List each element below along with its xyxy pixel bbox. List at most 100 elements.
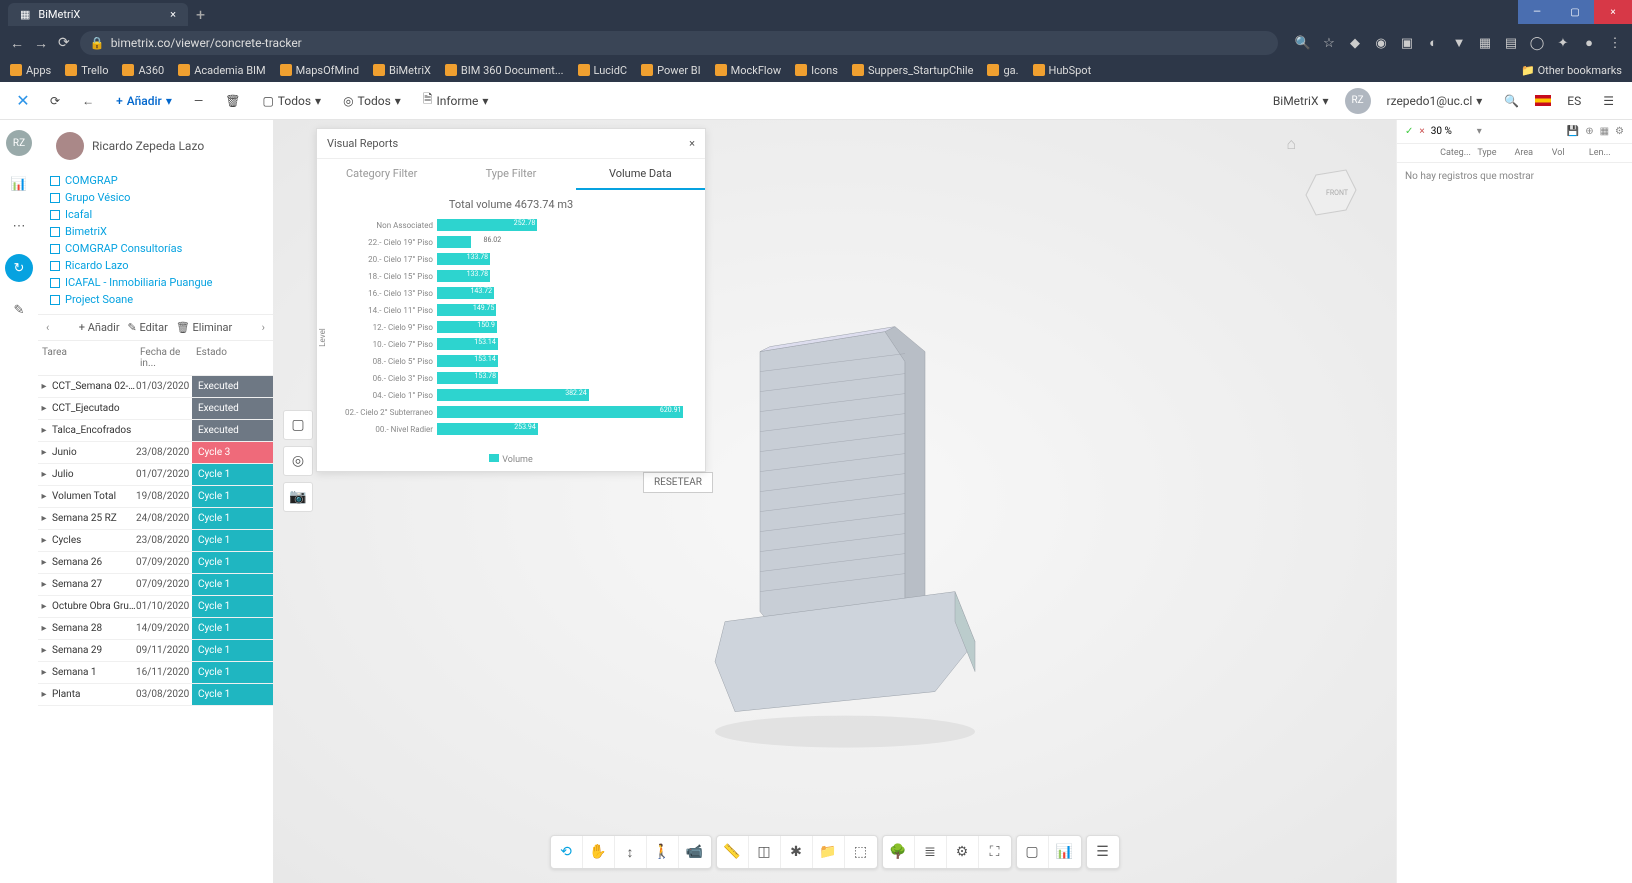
other-bookmarks[interactable]: 📁 Other bookmarks — [1521, 64, 1622, 77]
bookmark-item[interactable]: LucidC — [578, 64, 628, 77]
task-row[interactable]: ▸Semana 2607/09/2020Cycle 1 — [38, 552, 273, 574]
chart-bar-row[interactable]: 18.- Cielo 15° Piso133.78 — [327, 268, 695, 284]
chart-bar-row[interactable]: 00.- Nivel Radier253.94 — [327, 421, 695, 437]
task-nav-prev[interactable]: ‹ — [42, 321, 53, 334]
task-row[interactable]: ▸Octubre Obra Grue...01/10/2020Cycle 1 — [38, 596, 273, 618]
tool-layers[interactable]: ≣ — [915, 836, 947, 868]
star-icon[interactable]: ☆ — [1322, 36, 1336, 50]
task-row[interactable]: ▸Planta03/08/2020Cycle 1 — [38, 684, 273, 706]
tool-pan[interactable]: ✋ — [583, 836, 615, 868]
rp-percent-input[interactable] — [1431, 126, 1471, 137]
window-maximize-button[interactable]: ▢ — [1556, 0, 1594, 24]
task-row[interactable]: ▸CCT_EjecutadoExecuted — [38, 398, 273, 420]
building-model[interactable] — [675, 271, 995, 751]
user-email-dropdown[interactable]: rzepedo1@uc.cl ▾ — [1381, 90, 1489, 112]
lang-label[interactable]: ES — [1561, 90, 1587, 112]
task-row[interactable]: ▸Junio23/08/2020Cycle 3 — [38, 442, 273, 464]
bookmark-item[interactable]: Suppers_StartupChile — [852, 64, 974, 77]
todos-2-dropdown[interactable]: ◎ Todos ▾ — [337, 90, 407, 112]
vp-tool-camera[interactable]: 📷 — [283, 482, 313, 512]
rail-dots-icon[interactable]: ⋯ — [5, 212, 33, 240]
task-delete-button[interactable]: 🗑 Eliminar — [176, 321, 232, 334]
tab-volume-data[interactable]: Volume Data — [576, 159, 705, 190]
rp-check-icon[interactable]: ✓ — [1405, 126, 1413, 137]
tree-item[interactable]: Grupo Vésico — [46, 189, 265, 206]
browser-back-button[interactable]: ← — [10, 35, 24, 52]
address-bar[interactable]: 🔒 bimetrix.co/viewer/concrete-tracker — [80, 31, 1278, 55]
bookmark-item[interactable]: HubSpot — [1033, 64, 1092, 77]
task-row[interactable]: ▸Volumen Total19/08/2020Cycle 1 — [38, 486, 273, 508]
tree-item[interactable]: ICAFAL - Inmobiliaria Puangue — [46, 274, 265, 291]
task-row[interactable]: ▸Cycles23/08/2020Cycle 1 — [38, 530, 273, 552]
informe-dropdown[interactable]: 🗎 Informe ▾ — [417, 86, 495, 115]
tool-chart[interactable]: 📊 — [1049, 836, 1081, 868]
tool-folder[interactable]: 📁 — [813, 836, 845, 868]
bookmark-item[interactable]: BIM 360 Document... — [445, 64, 564, 77]
tab-category-filter[interactable]: Category Filter — [317, 159, 446, 190]
rail-user-avatar[interactable]: RZ — [6, 130, 32, 156]
tool-walk[interactable]: 🚶 — [647, 836, 679, 868]
rp-save-icon[interactable]: 💾 — [1567, 126, 1579, 137]
bookmark-item[interactable]: BiMetriX — [373, 64, 431, 77]
task-row[interactable]: ▸Talca_EncofradosExecuted — [38, 420, 273, 442]
reset-button[interactable]: RESETEAR — [643, 472, 713, 493]
ext-icon-1[interactable]: ◆ — [1348, 36, 1362, 50]
chart-bar-row[interactable]: 04.- Cielo 1° Piso382.24 — [327, 387, 695, 403]
rp-gear-icon[interactable]: ⚙ — [1615, 126, 1624, 137]
search-button[interactable]: 🔍 — [1498, 90, 1525, 112]
task-row[interactable]: ▸Semana 2814/09/2020Cycle 1 — [38, 618, 273, 640]
tab-type-filter[interactable]: Type Filter — [446, 159, 575, 190]
tool-menu[interactable]: ☰ — [1087, 836, 1119, 868]
view-cube[interactable]: FRONT — [1296, 160, 1366, 220]
zoom-icon[interactable]: 🔍 — [1296, 36, 1310, 50]
reload-button[interactable]: ⟳ — [44, 90, 66, 112]
tool-zoom[interactable]: ↕ — [615, 836, 647, 868]
delete-button[interactable]: 🗑 — [219, 90, 246, 112]
tool-orbit[interactable]: ⟲ — [551, 836, 583, 868]
chart-bar-row[interactable]: Non Associated252.78 — [327, 217, 695, 233]
tool-measure[interactable]: 📏 — [717, 836, 749, 868]
vp-tool-orbit[interactable]: ◎ — [283, 446, 313, 476]
bookmark-item[interactable]: MockFlow — [715, 64, 782, 77]
ext-icon-8[interactable]: ◯ — [1530, 36, 1544, 50]
rp-target-icon[interactable]: ⊕ — [1585, 126, 1593, 137]
tree-item[interactable]: COMGRAP — [46, 172, 265, 189]
browser-reload-button[interactable]: ⟳ — [58, 35, 70, 51]
tree-item[interactable]: COMGRAP Consultorías — [46, 240, 265, 257]
tree-item[interactable]: Ricardo Lazo — [46, 257, 265, 274]
close-tab-icon[interactable]: × — [170, 8, 176, 21]
ext-icon-6[interactable]: ▦ — [1478, 36, 1492, 50]
tree-item[interactable]: Icafal — [46, 206, 265, 223]
add-button[interactable]: + Añadir ▾ — [110, 90, 178, 112]
bookmark-item[interactable]: Trello — [65, 64, 108, 77]
close-report-icon[interactable]: × — [689, 137, 695, 150]
ext-icon-5[interactable]: ▼ — [1452, 36, 1466, 50]
browser-tab[interactable]: ▦ BiMetriX × — [8, 3, 188, 26]
window-minimize-button[interactable]: — — [1518, 0, 1556, 24]
rail-edit-icon[interactable]: ✎ — [5, 296, 33, 324]
chart-bar-row[interactable]: 22.- Cielo 19° Piso86.02 — [327, 234, 695, 250]
tree-item[interactable]: BimetriX — [46, 223, 265, 240]
tree-item[interactable]: Project Soane — [46, 291, 265, 308]
task-row[interactable]: ▸Semana 25 RZ24/08/2020Cycle 1 — [38, 508, 273, 530]
task-edit-button[interactable]: ✎ Editar — [128, 321, 168, 334]
ext-icon-3[interactable]: ▣ — [1400, 36, 1414, 50]
rp-dropdown-icon[interactable]: ▾ — [1477, 126, 1482, 137]
vp-tool-select[interactable]: ▢ — [283, 410, 313, 440]
bookmark-item[interactable]: Academia BIM — [178, 64, 265, 77]
ext-icon-2[interactable]: ◉ — [1374, 36, 1388, 50]
bookmark-item[interactable]: MapsOfMind — [280, 64, 359, 77]
rp-close-icon[interactable]: × — [1419, 126, 1424, 137]
chart-bar-row[interactable]: 12.- Cielo 9° Piso150.9 — [327, 319, 695, 335]
chart-bar-row[interactable]: 20.- Cielo 17° Piso133.78 — [327, 251, 695, 267]
back-button[interactable]: ← — [76, 90, 100, 112]
chart-bar-row[interactable]: 02.- Cielo 2° Subterraneo620.91 — [327, 404, 695, 420]
task-nav-next[interactable]: › — [258, 321, 269, 334]
task-row[interactable]: ▸Semana 116/11/2020Cycle 1 — [38, 662, 273, 684]
new-tab-button[interactable]: + — [196, 5, 205, 24]
browser-forward-button[interactable]: → — [34, 35, 48, 52]
chart-bar-row[interactable]: 08.- Cielo 5° Piso153.14 — [327, 353, 695, 369]
chart-bar-row[interactable]: 06.- Cielo 3° Piso153.78 — [327, 370, 695, 386]
bookmark-item[interactable]: Icons — [795, 64, 838, 77]
user-avatar[interactable]: RZ — [1345, 88, 1371, 114]
